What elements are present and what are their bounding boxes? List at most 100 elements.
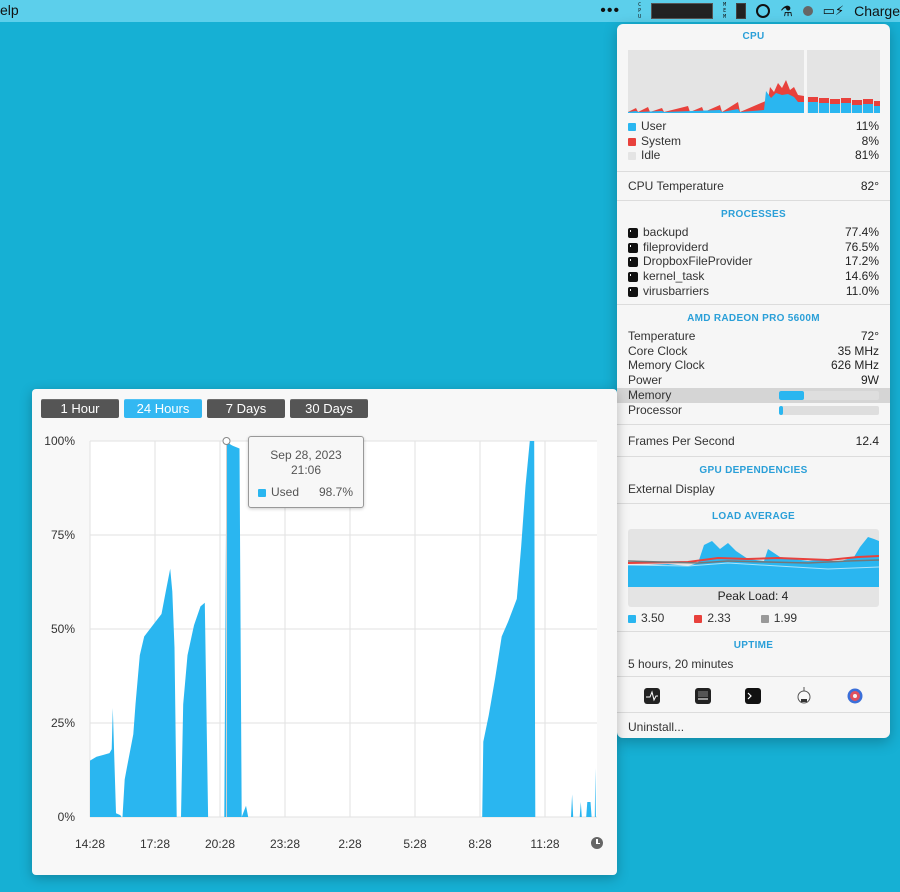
process-row[interactable]: fileproviderd 76.5% [628,240,879,255]
load-15min-swatch [760,614,769,623]
charge-label[interactable]: Charge [854,3,900,19]
load-5min-swatch [694,614,703,623]
mem-menu-label: MEM [723,2,727,20]
gpu-memory-label: Memory [628,388,672,403]
x-tick-label: 8:28 [468,837,492,851]
terminal-icon [628,286,638,297]
process-row[interactable]: DropboxFileProvider 17.2% [628,254,879,269]
peak-load-label: Peak Load: 4 [718,589,789,603]
gpu-section-title: AMD RADEON PRO 5600M [687,313,820,324]
gpu-processor-bar-fill [779,405,783,415]
process-name: fileproviderd [643,239,709,254]
cpu-user-value: 11% [855,119,879,134]
flask-icon[interactable]: ⚗ [780,3,793,20]
cpu-idle-label: Idle [641,148,661,163]
clock-icon[interactable] [591,837,603,849]
gpu-memory-clock-row: Memory Clock 626 MHz [628,358,879,373]
load-1min-swatch [628,614,636,623]
process-value: 76.5% [844,239,879,254]
fps-value: 12.4 [855,434,879,449]
more-icon[interactable]: ••• [600,2,620,20]
activity-monitor-icon[interactable] [644,688,661,704]
used-swatch [258,488,266,497]
process-value: 77.4% [844,225,879,240]
terminal-icon [628,242,638,253]
process-row[interactable]: virusbarriers 11.0% [628,283,879,298]
cpu-history-graph [628,50,880,113]
y-tick-label: 75% [51,528,75,542]
circle-status-icon[interactable] [756,4,771,18]
gpu-core-clock-label: Core Clock [628,343,688,358]
gpu-dependency-item: External Display [628,482,715,496]
load-15min-value: 1.99 [773,611,798,625]
process-list: backupd 77.4% fileproviderd 76.5% DropboxF… [628,225,879,298]
process-value: 14.6% [844,269,879,284]
tooltip-series-label: Used [271,485,300,499]
y-tick-label: 25% [51,716,75,730]
gpu-processor-row: Processor [628,403,879,418]
cpu-system-value: 8% [861,133,879,148]
cpu-system-row: System 8% [628,134,879,149]
tooltip-time: 21:06 [290,463,322,477]
gpu-power-label: Power [628,373,663,388]
gpu-memory-row[interactable]: Memory [617,388,890,403]
gpu-core-clock-row: Core Clock 35 MHz [628,344,879,359]
x-tick-label: 23:28 [270,837,300,851]
x-tick-label: 5:28 [403,837,427,851]
x-tick-label: 14:28 [75,837,105,851]
y-tick-label: 0% [58,810,76,824]
gpu-power-value: 9W [861,373,879,388]
uninstall-button[interactable]: Uninstall... [628,720,684,734]
hover-point [222,437,231,445]
load-5min-value: 2.33 [707,611,731,625]
cpu-user-row: User 11% [628,119,879,134]
disk-utility-icon[interactable] [847,688,863,704]
terminal-icon [628,271,638,282]
cpu-system-label: System [641,133,682,148]
system-swatch [628,137,636,146]
terminal-app-icon[interactable] [745,688,762,704]
gpu-processor-bar [779,405,879,415]
battery-icon[interactable]: ▭⚡ [823,3,844,19]
cpu-idle-value: 81% [854,148,879,163]
uptime-title: UPTIME [733,640,774,651]
y-tick-label: 50% [51,622,75,636]
memory-history-window: 1 Hour 24 Hours 7 Days 30 Days 100% 75% 50… [32,389,617,875]
process-row[interactable]: backupd 77.4% [628,225,879,240]
process-row[interactable]: kernel_task 14.6% [628,269,879,284]
gpu-temperature-value: 72° [860,329,879,344]
record-icon[interactable] [802,6,813,16]
gpu-core-clock-value: 35 MHz [837,343,879,358]
gpu-temperature-row: Temperature 72° [628,329,879,344]
fps-label: Frames Per Second [628,434,735,449]
processes-section-title: PROCESSES [721,209,786,220]
console-icon[interactable] [694,688,711,704]
process-value: 11.0% [845,283,879,298]
x-tick-label: 11:28 [530,837,559,851]
gpu-memory-bar-fill [779,390,804,400]
menu-bar: elp ••• CPU MEM ⚗ ▭⚡ Charge [0,0,900,22]
memory-menubar-gauge[interactable] [736,3,747,19]
cpu-user-label: User [641,119,667,134]
chart-tooltip: Sep 28, 2023 21:06 Used 98.7% [248,436,364,508]
system-information-icon[interactable] [796,687,812,705]
load-average-graph: Peak Load: 4 [628,529,879,607]
y-tick-label: 100% [44,434,75,448]
load-legend: 3.50 2.33 1.99 [628,611,797,625]
cpu-menu-label: CPU [638,2,642,20]
gpu-memory-clock-label: Memory Clock [628,358,705,373]
cpu-section-title: CPU [742,31,765,42]
gpu-memory-clock-value: 626 MHz [830,358,879,373]
help-menu[interactable]: elp [0,2,19,18]
load-average-title: LOAD AVERAGE [711,511,796,522]
x-tick-label: 17:28 [140,837,170,851]
process-name: kernel_task [643,269,705,284]
cpu-idle-row: Idle 81% [628,148,879,163]
gpu-temperature-label: Temperature [628,329,696,344]
cpu-temperature-value: 82° [860,179,879,194]
x-tick-label: 20:28 [205,837,235,851]
terminal-icon [628,257,638,268]
cpu-menubar-graph[interactable] [651,3,714,19]
process-value: 17.2% [844,254,879,269]
cpu-temperature-row: CPU Temperature 82° [628,179,879,194]
